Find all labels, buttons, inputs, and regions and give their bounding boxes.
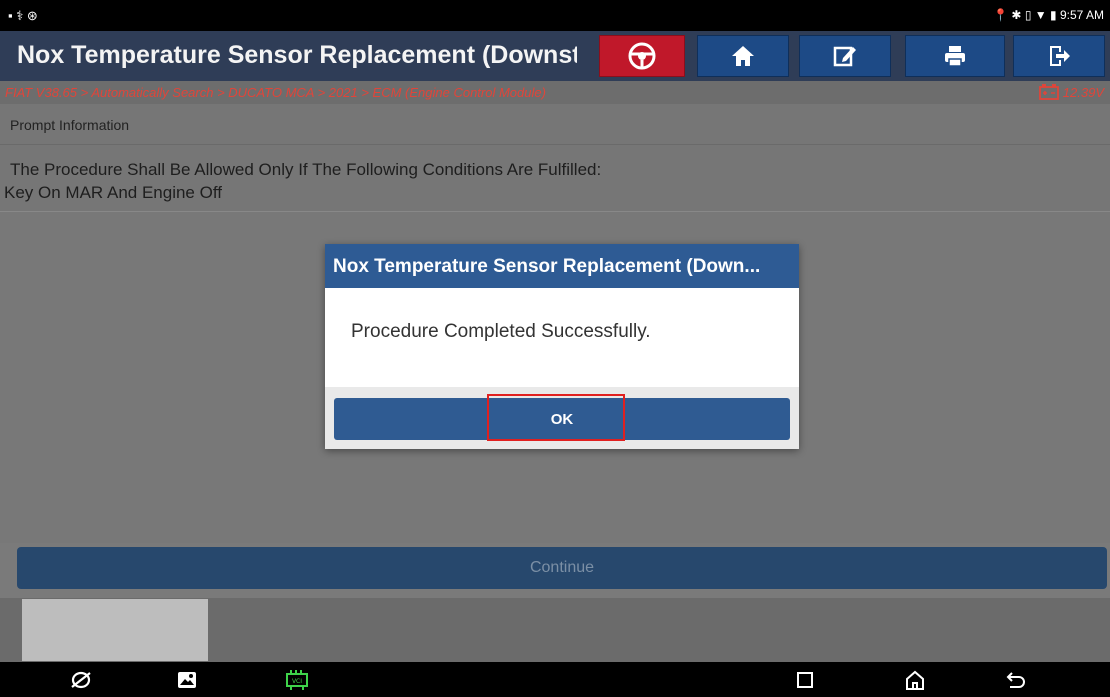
bluetooth-icon: ✱ bbox=[1011, 8, 1022, 22]
continue-button[interactable]: Continue bbox=[17, 547, 1107, 589]
prompt-heading: Prompt Information bbox=[10, 117, 130, 133]
prompt-header: Prompt Information bbox=[0, 104, 1110, 145]
edit-icon bbox=[833, 46, 856, 67]
dialog-title-bar: Nox Temperature Sensor Replacement (Down… bbox=[325, 244, 799, 288]
print-button[interactable] bbox=[905, 35, 1005, 77]
dialog-message: Procedure Completed Successfully. bbox=[351, 321, 651, 342]
vibrate-icon: ▯ bbox=[1024, 8, 1032, 22]
page-title: Nox Temperature Sensor Replacement (Down… bbox=[17, 41, 577, 69]
prompt-condition-detail: Key On MAR And Engine Off bbox=[4, 183, 222, 202]
prompt-body: The Procedure Shall Be Allowed Only If T… bbox=[0, 145, 1110, 212]
completion-dialog: Nox Temperature Sensor Replacement (Down… bbox=[325, 244, 799, 449]
recents-button[interactable] bbox=[790, 668, 820, 692]
exit-icon bbox=[1050, 46, 1070, 66]
voltage-value: 12.39V bbox=[1062, 84, 1104, 100]
exit-button[interactable] bbox=[1013, 35, 1105, 77]
wifi-icon: ▼ bbox=[1034, 8, 1047, 22]
print-icon bbox=[945, 46, 965, 67]
bottom-panel bbox=[0, 598, 1110, 662]
edit-button[interactable] bbox=[799, 35, 891, 77]
ok-button-highlight bbox=[487, 394, 625, 441]
breadcrumb-path: FIAT V38.65 > Automatically Search > DUC… bbox=[5, 85, 546, 100]
dialog-title: Nox Temperature Sensor Replacement (Down… bbox=[333, 256, 761, 277]
home-icon bbox=[732, 46, 754, 66]
home-button[interactable] bbox=[697, 35, 789, 77]
browser-button[interactable] bbox=[66, 668, 96, 692]
status-right: 📍 ✱ ▯ ▼ ▮ 9:57 AM bbox=[993, 8, 1104, 22]
clock: 9:57 AM bbox=[1059, 8, 1104, 22]
steering-wheel-button[interactable] bbox=[599, 35, 685, 77]
recents-icon bbox=[797, 672, 813, 688]
browser-icon bbox=[71, 671, 91, 689]
svg-text:VCI: VCI bbox=[292, 678, 302, 685]
battery-icon: ▮ bbox=[1050, 8, 1057, 22]
status-bar: ▪ ⚕ ⊛ 📍 ✱ ▯ ▼ ▮ 9:57 AM bbox=[0, 0, 1110, 31]
vci-button[interactable]: VCI bbox=[282, 668, 312, 692]
gallery-icon bbox=[178, 672, 196, 688]
prompt-condition-text: The Procedure Shall Be Allowed Only If T… bbox=[10, 160, 602, 179]
dialog-footer: OK bbox=[325, 387, 799, 449]
continue-bar: Continue bbox=[0, 543, 1110, 598]
battery-voltage: 12.39V bbox=[1038, 84, 1104, 100]
home-nav-button[interactable] bbox=[900, 668, 930, 692]
back-icon bbox=[1006, 672, 1025, 688]
navigation-bar: VCI bbox=[0, 662, 1110, 697]
thumbnail-placeholder bbox=[22, 599, 208, 661]
gallery-button[interactable] bbox=[172, 668, 202, 692]
location-icon: 📍 bbox=[993, 8, 1009, 22]
back-button[interactable] bbox=[1000, 668, 1030, 692]
breadcrumb: FIAT V38.65 > Automatically Search > DUC… bbox=[0, 81, 1110, 104]
steering-wheel-icon bbox=[628, 42, 656, 70]
vci-icon: VCI bbox=[286, 670, 308, 690]
car-battery-icon bbox=[1038, 84, 1059, 100]
title-bar: Nox Temperature Sensor Replacement (Down… bbox=[0, 31, 1110, 81]
home-nav-icon bbox=[906, 670, 924, 690]
status-left-icons: ▪ ⚕ ⊛ bbox=[8, 8, 38, 23]
